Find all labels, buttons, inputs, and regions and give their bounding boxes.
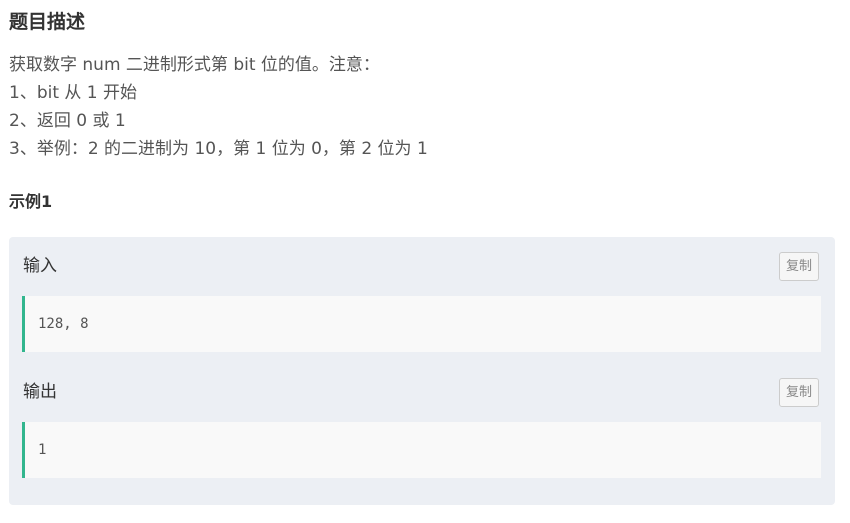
description-line: 获取数字 num 二进制形式第 bit 位的值。注意： — [9, 55, 380, 75]
problem-description: 获取数字 num 二进制形式第 bit 位的值。注意： 1、bit 从 1 开始… — [9, 51, 428, 163]
description-line: 2、返回 0 或 1 — [9, 111, 126, 131]
input-value: 128, 8 — [38, 316, 89, 332]
output-label: 输出 — [23, 382, 57, 402]
output-value: 1 — [38, 442, 47, 458]
copy-input-button[interactable]: 复制 — [779, 252, 819, 281]
description-line: 3、举例：2 的二进制为 10，第 1 位为 0，第 2 位为 1 — [9, 139, 428, 159]
problem-title: 题目描述 — [9, 11, 86, 33]
example-title: 示例1 — [9, 192, 53, 211]
copy-output-button[interactable]: 复制 — [779, 378, 819, 407]
output-code-block: 1 — [22, 422, 821, 478]
example-box: 输入 复制 128, 8 输出 复制 1 — [9, 237, 835, 505]
input-label: 输入 — [23, 256, 57, 276]
description-line: 1、bit 从 1 开始 — [9, 83, 138, 103]
input-code-block: 128, 8 — [22, 296, 821, 352]
